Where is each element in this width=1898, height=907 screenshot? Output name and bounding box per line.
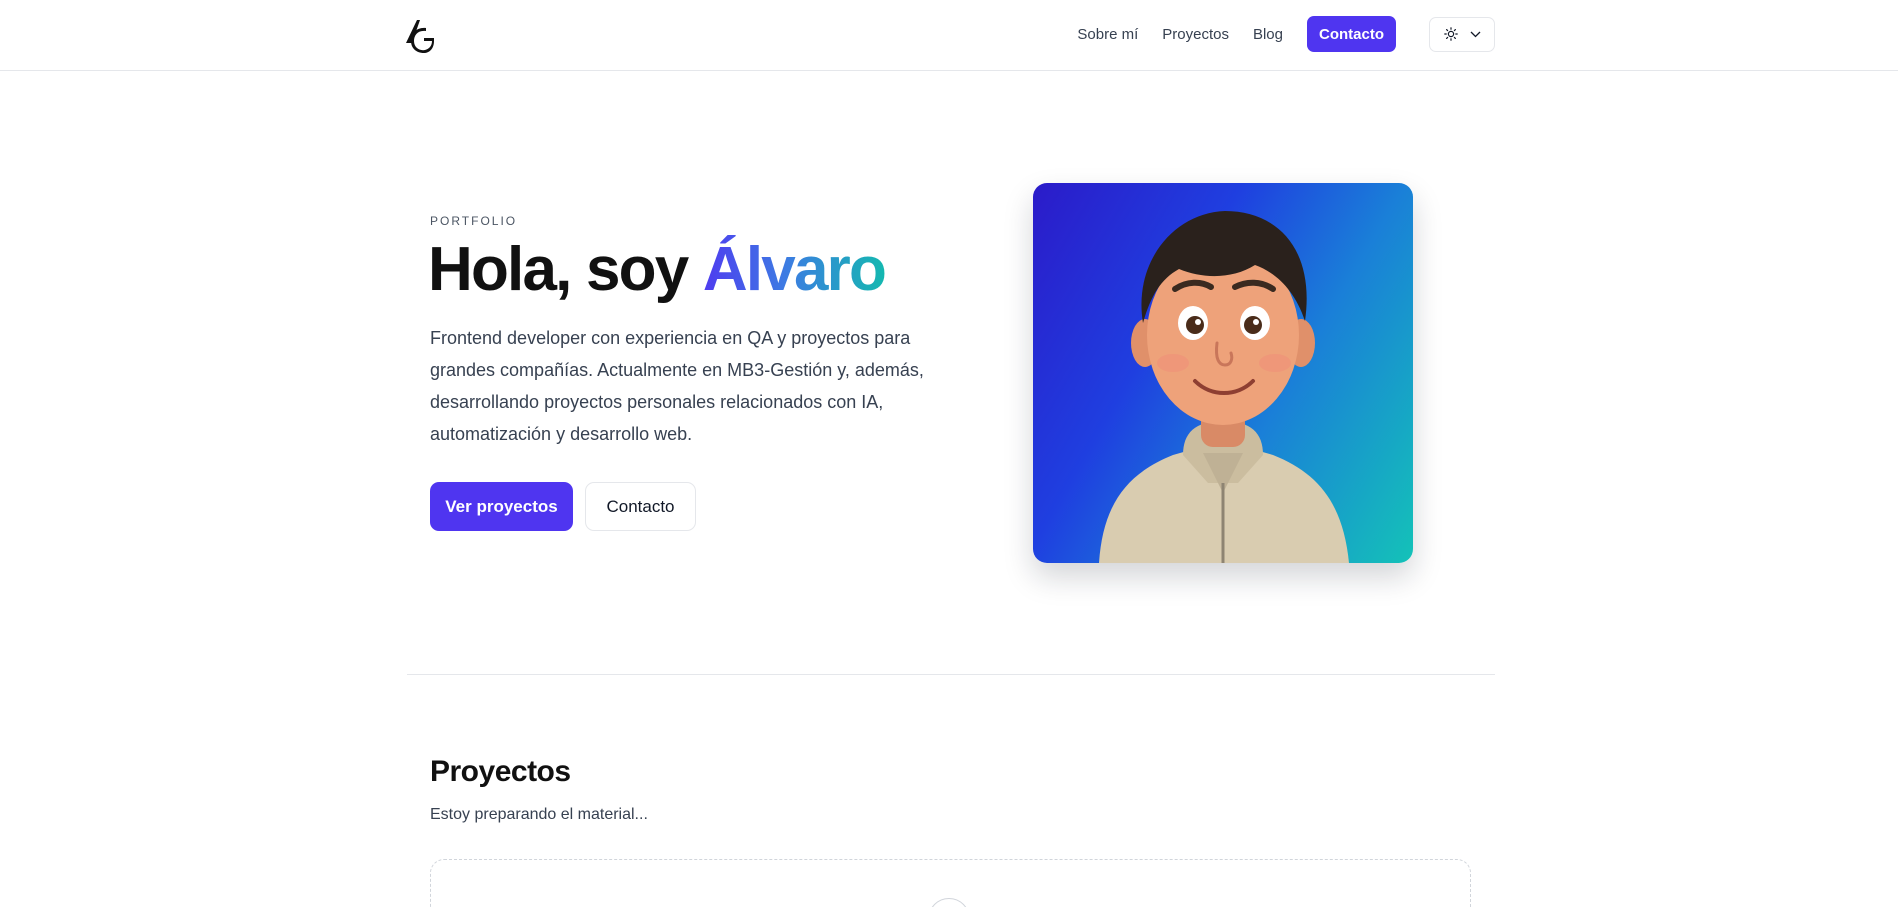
- logo[interactable]: [404, 17, 434, 53]
- nav-contact-button[interactable]: Contacto: [1307, 16, 1396, 52]
- nav-projects[interactable]: Proyectos: [1162, 26, 1229, 43]
- hero-eyebrow: PORTFOLIO: [430, 214, 518, 228]
- projects-title: Proyectos: [430, 755, 571, 788]
- view-projects-button[interactable]: Ver proyectos: [430, 482, 573, 531]
- site-header: Sobre mí Proyectos Blog Contacto: [0, 0, 1898, 71]
- nav-about[interactable]: Sobre mí: [1077, 26, 1138, 43]
- hero-description: Frontend developer con experiencia en QA…: [430, 328, 924, 444]
- chevron-down-icon: [1470, 31, 1480, 37]
- main-nav: Sobre mí Proyectos Blog Contacto: [1077, 16, 1495, 52]
- hero-title-prefix: Hola, soy: [428, 235, 703, 304]
- avatar-image: [1033, 183, 1413, 563]
- hero-title-name: Álvaro: [702, 235, 887, 304]
- hero-title: Hola, soy Álvaro: [428, 234, 887, 306]
- projects-subtitle: Estoy preparando el material...: [430, 806, 648, 823]
- section-divider: [407, 674, 1495, 675]
- theme-toggle-button[interactable]: [1429, 16, 1495, 52]
- nav-blog[interactable]: Blog: [1253, 26, 1283, 43]
- sun-icon: [1443, 27, 1458, 41]
- contact-button[interactable]: Contacto: [585, 482, 696, 531]
